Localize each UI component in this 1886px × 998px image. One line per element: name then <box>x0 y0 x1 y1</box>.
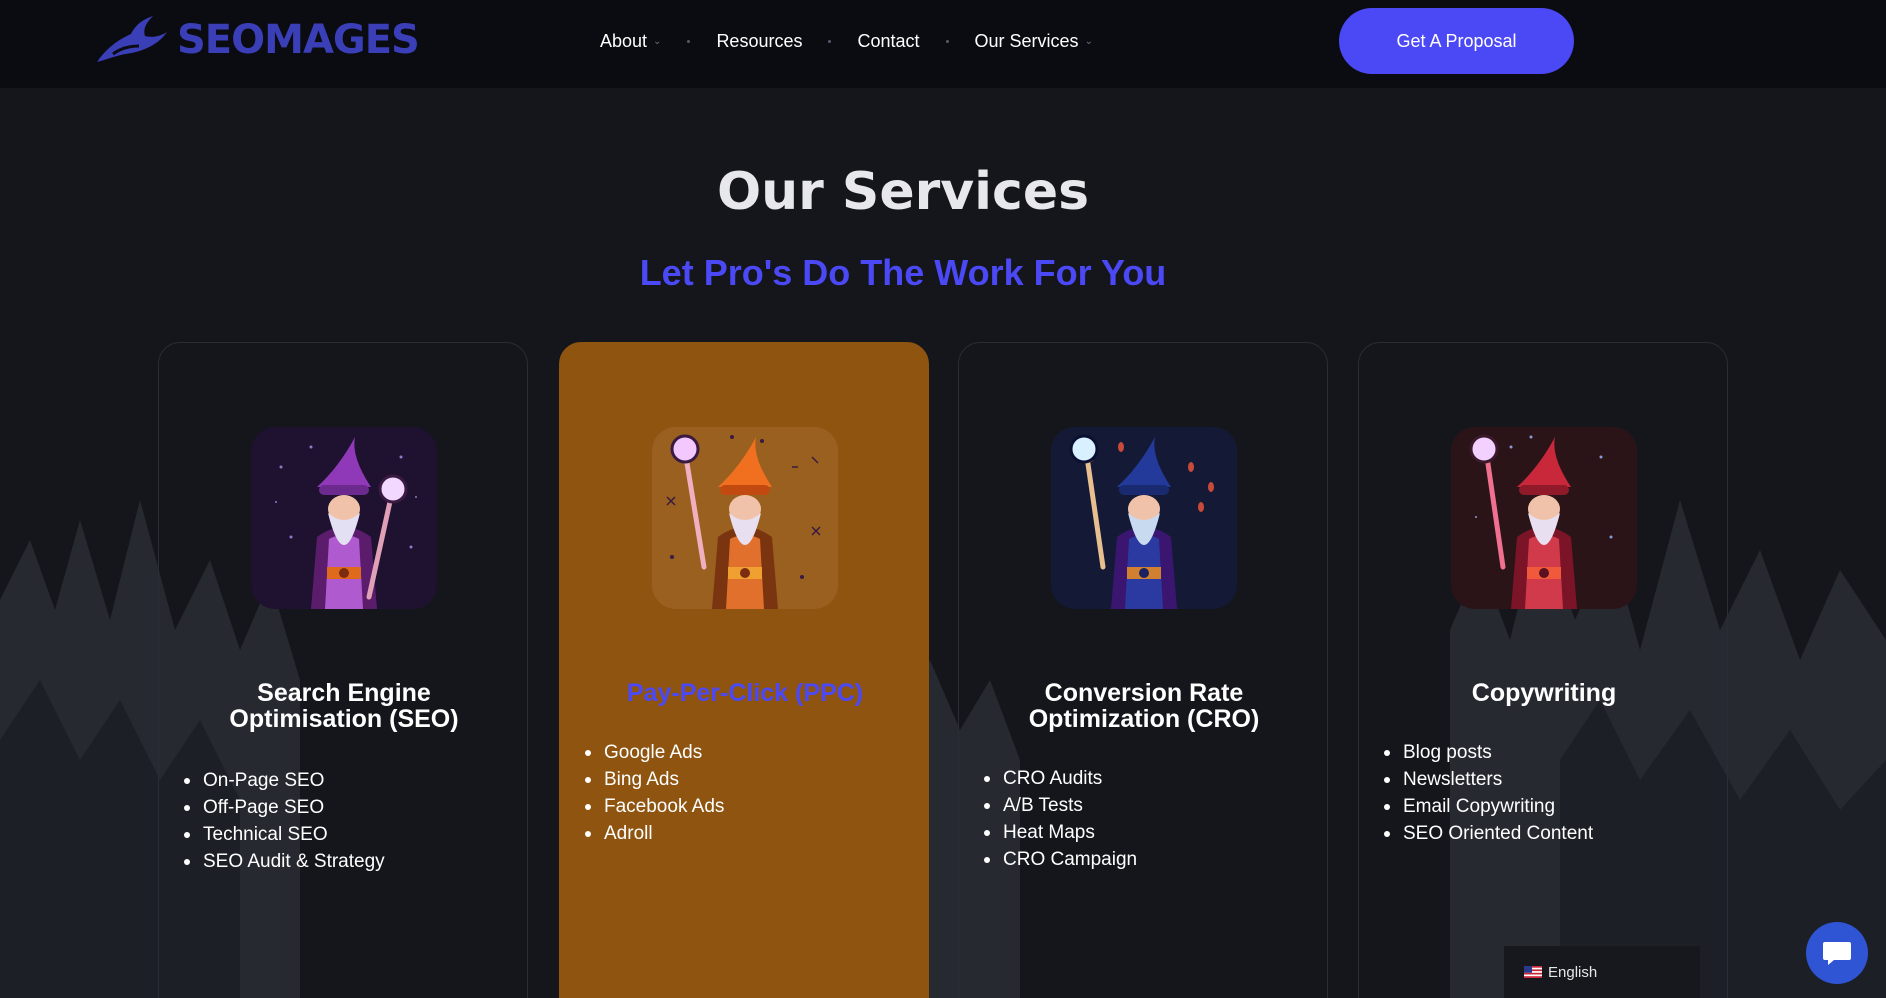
chat-bubble-icon <box>1823 942 1851 965</box>
list-item: Blog posts <box>1384 739 1713 766</box>
list-item: Email Copywriting <box>1384 793 1713 820</box>
card-title: Pay-Per-Click (PPC) <box>626 679 864 707</box>
nav-label-about: About <box>600 30 648 51</box>
nav-separator <box>828 39 832 43</box>
service-card-cro[interactable]: Conversion Rate Optimization (CRO) CRO A… <box>958 342 1328 998</box>
service-card-ppc[interactable]: Pay-Per-Click (PPC) Google Ads Bing Ads … <box>559 342 929 998</box>
section-subtitle: Let Pro's Do The Work For You <box>639 252 1167 293</box>
list-item: Adroll <box>585 820 914 847</box>
nav-separator <box>945 39 949 43</box>
list-item: CRO Campaign <box>984 846 1313 873</box>
language-label: English <box>1548 963 1598 981</box>
nav-label-our-services: Our Services <box>974 30 1079 51</box>
list-item: Bing Ads <box>585 766 914 793</box>
card-title: Conversion Rate Optimization (CRO) <box>1028 679 1260 733</box>
nav-item-resources[interactable]: Resources <box>716 31 802 52</box>
section-title: Our Services <box>716 162 1090 222</box>
wizard-red-image <box>1451 427 1637 609</box>
list-item: Technical SEO <box>184 821 513 848</box>
list-item: On-Page SEO <box>184 767 513 794</box>
us-flag-icon <box>1524 966 1542 978</box>
wizard-blue-image <box>1051 427 1237 609</box>
language-switcher[interactable]: English <box>1504 946 1700 998</box>
nav-item-contact[interactable]: Contact <box>857 31 919 52</box>
nav-item-about[interactable]: About ⌄ <box>600 31 661 52</box>
nav-label-contact: Contact <box>857 30 920 51</box>
service-card-copywriting[interactable]: Copywriting Blog posts Newsletters Email… <box>1358 342 1728 998</box>
wizard-purple-image <box>251 427 437 609</box>
list-item: Heat Maps <box>984 819 1313 846</box>
list-item: A/B Tests <box>984 792 1313 819</box>
chevron-down-icon: ⌄ <box>653 35 662 47</box>
wizard-hat-logo-icon <box>97 16 167 62</box>
card-feature-list: On-Page SEO Off-Page SEO Technical SEO S… <box>184 767 513 875</box>
list-item: Facebook Ads <box>585 793 914 820</box>
chevron-down-icon: ⌄ <box>1084 35 1093 47</box>
card-title: Copywriting <box>1471 679 1617 707</box>
list-item: SEO Audit & Strategy <box>184 848 513 875</box>
list-item: Newsletters <box>1384 766 1713 793</box>
card-feature-list: CRO Audits A/B Tests Heat Maps CRO Campa… <box>984 765 1313 873</box>
chat-button[interactable] <box>1806 922 1868 984</box>
list-item: SEO Oriented Content <box>1384 820 1713 847</box>
card-feature-list: Google Ads Bing Ads Facebook Ads Adroll <box>585 739 914 847</box>
card-title: Search Engine Optimisation (SEO) <box>229 679 459 733</box>
site-header: SEOMAGES About ⌄ Resources Contact Our S… <box>0 0 1886 88</box>
wizard-orange-image <box>652 427 838 609</box>
list-item: Google Ads <box>585 739 914 766</box>
logo-text: SEOMAGES <box>177 17 420 63</box>
card-feature-list: Blog posts Newsletters Email Copywriting… <box>1384 739 1713 847</box>
nav-separator <box>687 39 691 43</box>
list-item: CRO Audits <box>984 765 1313 792</box>
get-a-proposal-button[interactable]: Get A Proposal <box>1339 8 1574 74</box>
service-card-seo[interactable]: Search Engine Optimisation (SEO) On-Page… <box>158 342 528 998</box>
list-item: Off-Page SEO <box>184 794 513 821</box>
logo[interactable]: SEOMAGES <box>95 14 420 66</box>
nav-label-resources: Resources <box>716 30 803 51</box>
nav-item-our-services[interactable]: Our Services ⌄ <box>975 31 1093 52</box>
main-nav: About ⌄ Resources Contact Our Services ⌄ <box>600 26 1093 56</box>
